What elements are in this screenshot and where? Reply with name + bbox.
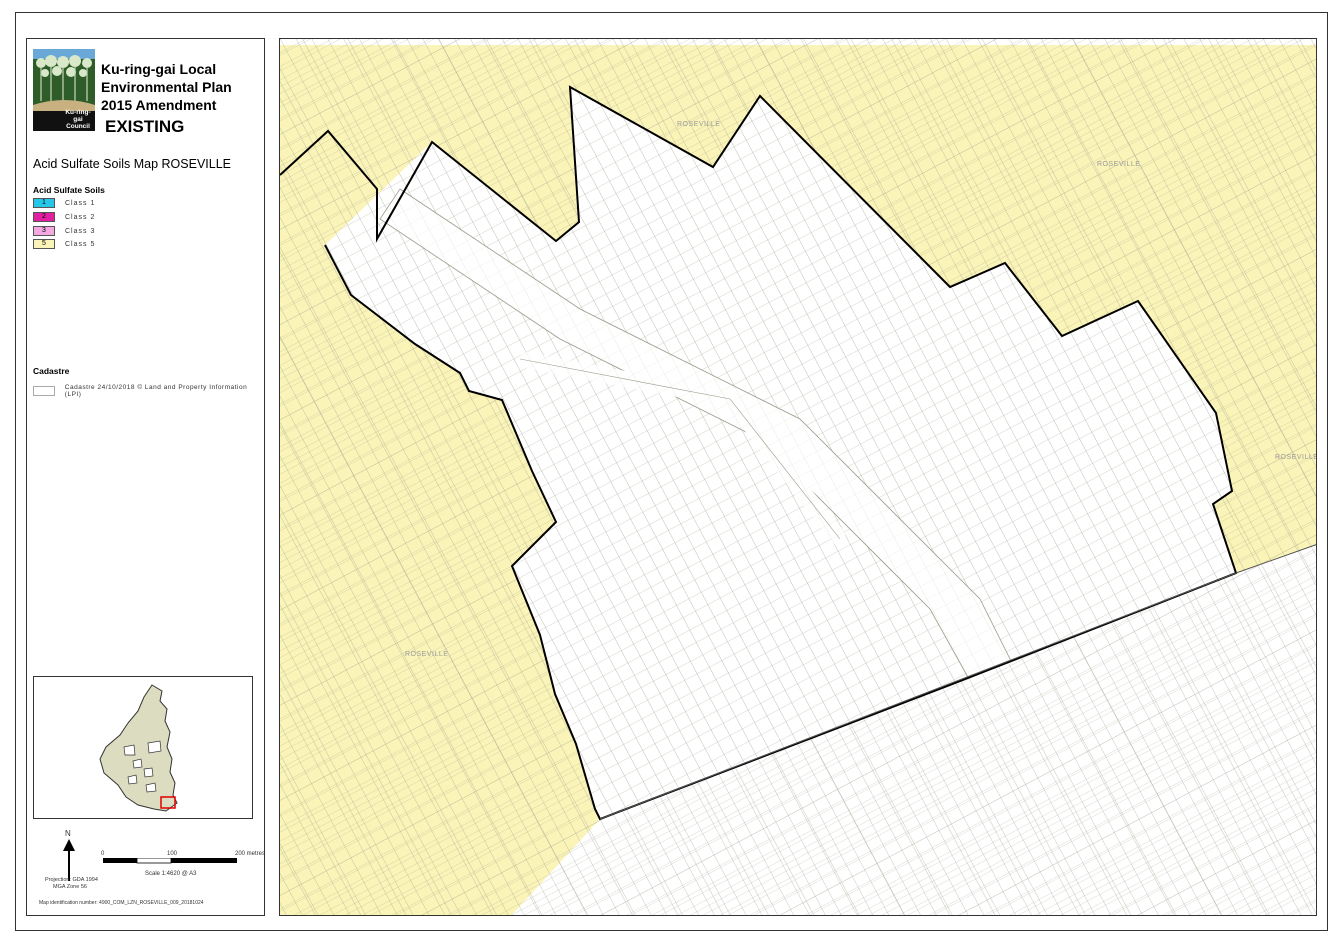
legend-swatch-class-2: 2: [33, 212, 55, 222]
legend-item-cadastre: Cadastre 24/10/2018 © Land and Property …: [33, 384, 264, 398]
zone-label: MGA Zone 56: [53, 884, 87, 890]
legend-swatch-class-5: 5: [33, 239, 55, 249]
legend-swatch-class-3: 3: [33, 226, 55, 236]
suburb-label-roseville-3: ROSEVILLE: [1275, 454, 1317, 461]
legend-label-class-1: Class 1: [65, 199, 96, 207]
plan-title-line-2: Environmental Plan: [101, 79, 232, 95]
legend-panel: Ku-ring-gai Council Ku-ring-gai Local En…: [26, 38, 265, 916]
scale-tick-100: 100: [167, 851, 178, 857]
suburb-label-roseville-2: ROSEVILLE: [1097, 161, 1141, 168]
suburb-label-roseville-4: ROSEVILLE: [405, 651, 449, 658]
projection-label: Projection: GDA 1994: [45, 877, 98, 883]
legend-swatch-cadastre: [33, 386, 55, 396]
legend-item-class-5: 5 Class 5: [33, 239, 95, 249]
legend-item-class-2: 2 Class 2: [33, 212, 95, 222]
scale-bar: [103, 858, 237, 864]
north-label: N: [65, 829, 71, 838]
status-label: EXISTING: [105, 117, 185, 136]
logo-text-line-2: Council: [66, 123, 90, 130]
inset-locator-map: [33, 676, 253, 819]
scale-tick-200: 200 metres: [235, 851, 266, 857]
map-title: Acid Sulfate Soils Map ROSEVILLE: [33, 157, 232, 171]
plan-title-line-1: Ku-ring-gai Local: [101, 61, 217, 77]
map-id-label: Map identification number: 4900_COM_LZN_…: [39, 900, 204, 906]
council-logo: Ku-ring-gai Council: [33, 49, 95, 131]
plan-title: Ku-ring-gai Local Environmental Plan 201…: [101, 60, 232, 114]
suburb-label-roseville-1: ROSEVILLE: [677, 121, 721, 128]
scale-text: Scale 1:4620 @ A3: [145, 871, 197, 877]
map-canvas: [280, 39, 1316, 915]
legend-label-class-3: Class 3: [65, 227, 96, 235]
logo-text-line-1: Ku-ring-gai: [65, 109, 91, 123]
legend-label-class-5: Class 5: [65, 240, 96, 248]
legend-heading: Acid Sulfate Soils: [33, 185, 105, 195]
legend-label-cadastre: Cadastre 24/10/2018 © Land and Property …: [64, 384, 248, 398]
legend-item-class-3: 3 Class 3: [33, 226, 95, 236]
scale-tick-0: 0: [101, 851, 105, 857]
legend-swatch-class-1: 1: [33, 198, 55, 208]
legend-item-class-1: 1 Class 1: [33, 198, 95, 208]
legend-label-class-2: Class 2: [65, 213, 96, 221]
main-map[interactable]: ROSEVILLE ROSEVILLE ROSEVILLE ROSEVILLE: [279, 38, 1317, 916]
north-arrow-icon: [63, 839, 75, 881]
cadastre-heading: Cadastre: [33, 366, 70, 376]
plan-title-line-3: 2015 Amendment: [101, 97, 217, 113]
